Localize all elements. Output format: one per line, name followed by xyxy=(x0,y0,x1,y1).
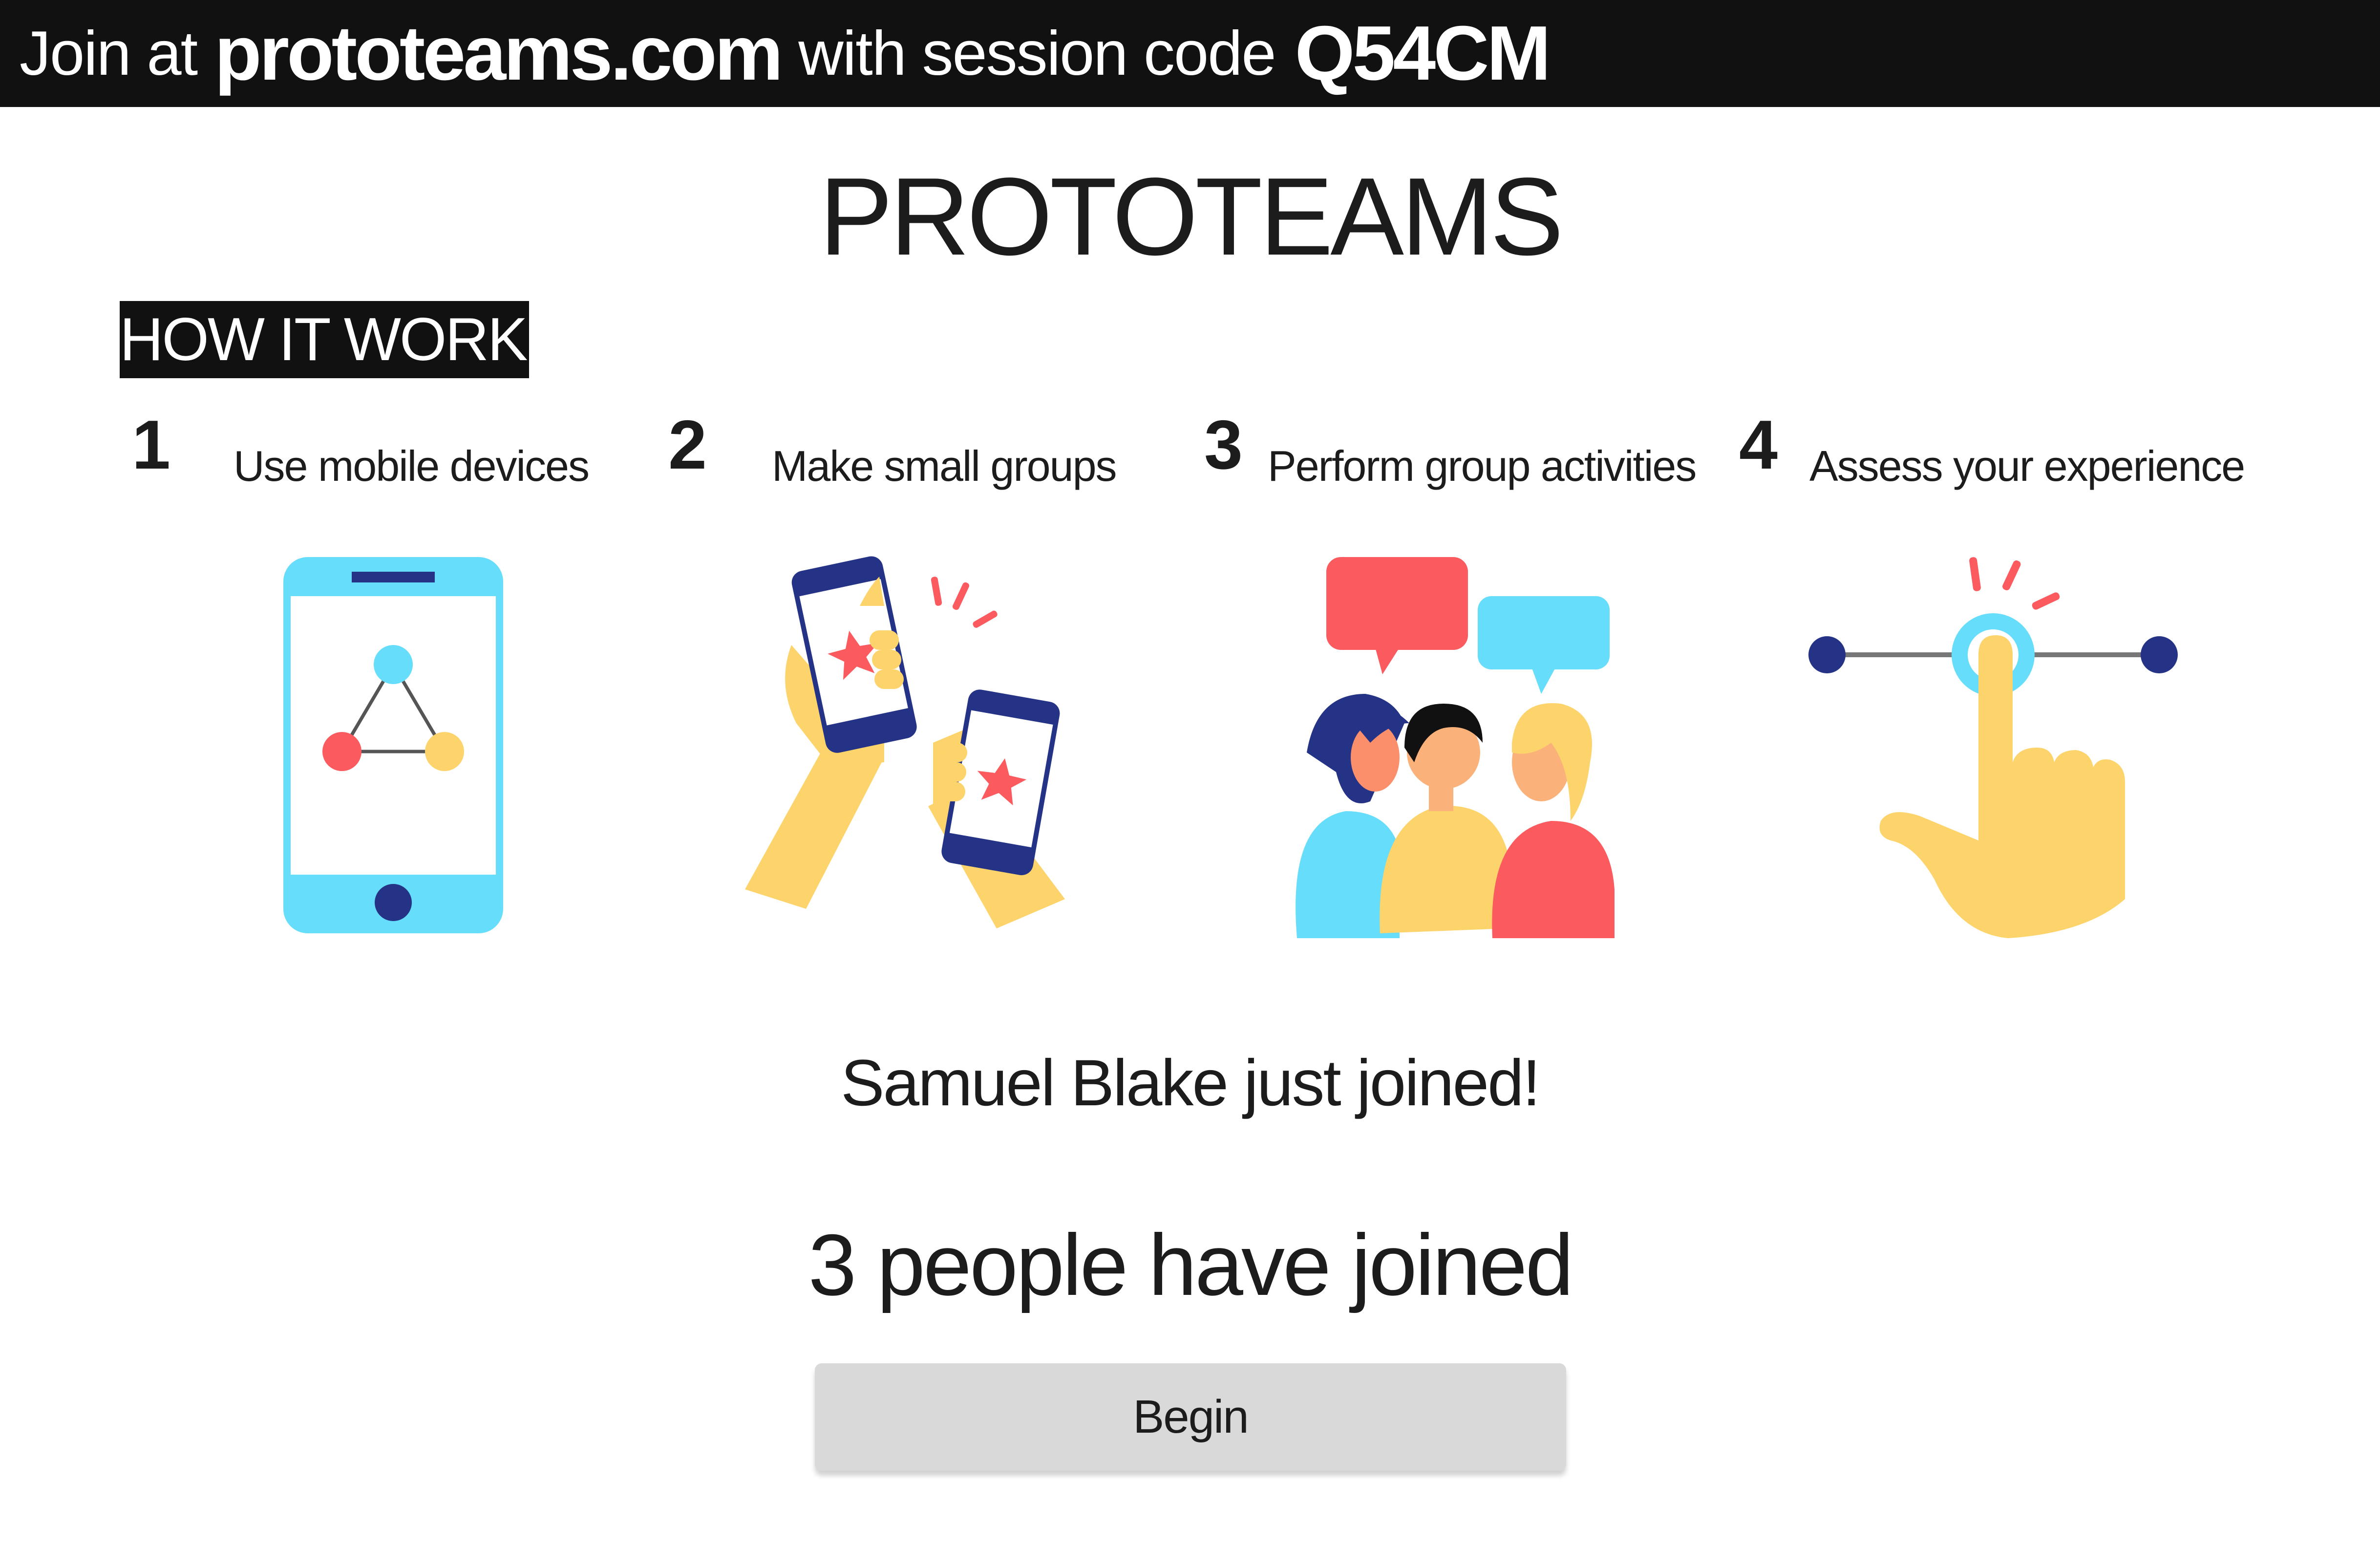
page-title: PROTOTEAMS xyxy=(819,154,1564,278)
latest-join-message: Samuel Blake just joined! xyxy=(841,1047,1541,1119)
join-banner: Join at prototeams.com with session code… xyxy=(0,0,2380,107)
step-number: 2 xyxy=(668,406,707,484)
slider-tap-icon xyxy=(1808,557,2178,938)
step-label: Make small groups xyxy=(772,442,1117,490)
site-url: prototeams.com xyxy=(214,10,783,96)
step-label: Perform group activities xyxy=(1268,442,1697,490)
step-number: 1 xyxy=(132,406,170,484)
step-4: 4 Assess your experience xyxy=(1739,406,2245,498)
step-number: 3 xyxy=(1204,406,1243,484)
step-number: 4 xyxy=(1739,406,1778,484)
session-code: Q54CM xyxy=(1295,10,1551,96)
mobile-phone-icon xyxy=(283,557,503,933)
people-chatting-icon xyxy=(1296,557,1615,938)
step-label: Assess your experience xyxy=(1809,442,2245,490)
with-code-text: with session code xyxy=(798,19,1276,88)
how-it-works-heading: HOW IT WORKS xyxy=(120,301,567,378)
begin-button[interactable]: Begin xyxy=(815,1363,1566,1471)
step-label: Use mobile devices xyxy=(234,442,590,490)
joined-count: 3 people have joined xyxy=(808,1216,1574,1313)
join-at-text: Join at xyxy=(20,19,198,88)
step-1: 1 Use mobile devices xyxy=(132,406,590,498)
step-2: 2 Make small groups xyxy=(668,406,1117,498)
step-3: 3 Perform group activities xyxy=(1204,406,1697,498)
phones-bump-icon xyxy=(745,556,1065,928)
